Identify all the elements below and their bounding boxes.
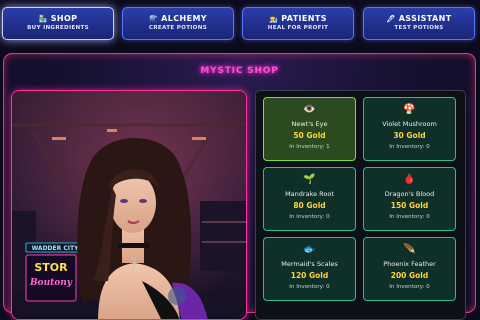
main-navigation: 🏪 SHOP BUY INGREDIENTS ⚗️ ALCHEMY CREATE P… <box>0 0 480 48</box>
ingredient-name: Phoenix Feather <box>383 260 436 268</box>
ingredient-stock: In Inventory: 0 <box>289 284 330 290</box>
ingredient-card-dragons-blood[interactable]: 🩸 Dragon's Blood 150 Gold In Inventory: … <box>363 167 456 231</box>
alembic-icon: ⚗️ <box>149 15 159 23</box>
ingredient-stock: In Inventory: 0 <box>389 214 430 220</box>
ingredient-inventory: 👁️ Newt's Eye 50 Gold In Inventory: 1 🍄 … <box>255 90 466 320</box>
nav-shop-subtitle: BUY INGREDIENTS <box>27 25 89 31</box>
ingredient-name: Mermaid's Scales <box>281 260 338 268</box>
ingredient-stock: In Inventory: 1 <box>289 144 330 150</box>
feather-icon: 🪶 <box>403 244 416 255</box>
sign-main-text: STOR <box>34 261 68 274</box>
nav-assistant-subtitle: TEST POTIONS <box>394 25 444 31</box>
seedling-icon: 🌱 <box>303 174 316 185</box>
nav-alchemy-subtitle: CREATE POTIONS <box>148 25 208 31</box>
ingredient-stock: In Inventory: 0 <box>389 144 430 150</box>
nav-patients-button[interactable]: 👨‍🔬 PATIENTS HEAL FOR PROFIT <box>242 7 354 40</box>
ingredient-price: 120 Gold <box>290 271 329 280</box>
nav-alchemy-title: ALCHEMY <box>161 14 207 23</box>
pen-icon: 🖊 <box>386 15 396 23</box>
ingredient-card-newts-eye[interactable]: 👁️ Newt's Eye 50 Gold In Inventory: 1 <box>263 97 356 161</box>
sign-top-text: WADDER CITY <box>32 245 79 252</box>
sign-sub-text: Boutony <box>29 278 73 288</box>
ingredient-card-violet-mushroom[interactable]: 🍄 Violet Mushroom 30 Gold In Inventory: … <box>363 97 456 161</box>
shopkeeper-portrait: WADDER CITY STOR Boutony <box>11 90 247 320</box>
ingredient-stock: In Inventory: 0 <box>289 214 330 220</box>
scientist-icon: 👨‍🔬 <box>269 15 279 23</box>
nav-patients-subtitle: HEAL FOR PROFIT <box>267 25 329 31</box>
nav-patients-title: PATIENTS <box>281 14 327 23</box>
fish-icon: 🐟 <box>303 244 316 255</box>
ingredient-card-phoenix-feather[interactable]: 🪶 Phoenix Feather 200 Gold In Inventory:… <box>363 237 456 301</box>
ingredient-price: 200 Gold <box>390 271 429 280</box>
blood-drop-icon: 🩸 <box>403 174 416 185</box>
ingredient-name: Dragon's Blood <box>384 190 435 198</box>
ingredient-price: 30 Gold <box>393 131 426 140</box>
ingredient-name: Violet Mushroom <box>382 120 437 128</box>
ingredient-card-mandrake-root[interactable]: 🌱 Mandrake Root 80 Gold In Inventory: 0 <box>263 167 356 231</box>
ingredient-name: Newt's Eye <box>291 120 328 128</box>
ingredient-price: 150 Gold <box>390 201 429 210</box>
ingredient-price: 50 Gold <box>293 131 326 140</box>
ingredient-stock: In Inventory: 0 <box>389 284 430 290</box>
ingredient-card-mermaids-scales[interactable]: 🐟 Mermaid's Scales 120 Gold In Inventory… <box>263 237 356 301</box>
nav-assistant-title: ASSISTANT <box>398 14 452 23</box>
ingredient-price: 80 Gold <box>293 201 326 210</box>
nav-shop-button[interactable]: 🏪 SHOP BUY INGREDIENTS <box>2 7 114 40</box>
eye-icon: 👁️ <box>303 104 316 115</box>
mushroom-icon: 🍄 <box>403 104 416 115</box>
shop-title: MYSTIC SHOP <box>200 66 279 76</box>
neon-store-sign: WADDER CITY STOR Boutony <box>25 242 85 302</box>
nav-alchemy-button[interactable]: ⚗️ ALCHEMY CREATE POTIONS <box>122 7 234 40</box>
store-icon: 🏪 <box>38 15 48 23</box>
ingredient-name: Mandrake Root <box>285 190 334 198</box>
nav-assistant-button[interactable]: 🖊 ASSISTANT TEST POTIONS <box>363 7 475 40</box>
nav-shop-title: SHOP <box>50 14 78 23</box>
shopkeeper-illustration: WADDER CITY STOR Boutony <box>12 91 246 319</box>
